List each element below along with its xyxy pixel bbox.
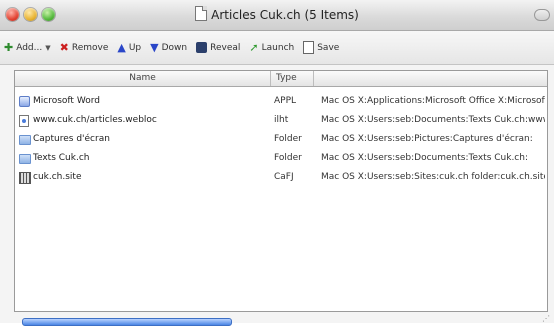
row-name: Texts Cuk.ch (33, 153, 90, 163)
site-file-icon (19, 172, 31, 184)
column-header-type[interactable]: Type (271, 71, 314, 86)
save-button[interactable]: Save (303, 41, 339, 54)
save-document-icon (303, 41, 315, 54)
remove-icon: ✖ (59, 41, 69, 54)
row-type: CaFJ (274, 172, 294, 182)
folder-icon (19, 135, 31, 145)
remove-button[interactable]: ✖ Remove (60, 42, 109, 53)
up-label: Up (128, 42, 142, 53)
row-name: Microsoft Word (33, 96, 100, 106)
save-label: Save (317, 42, 340, 53)
table-row[interactable]: Texts Cuk.ch Folder Mac OS X:Users:seb:D… (15, 149, 547, 168)
row-path: Mac OS X:Users:seb:Documents:Texts Cuk.c… (321, 153, 528, 163)
row-name: Captures d'écran (33, 134, 110, 144)
launch-button[interactable]: ➚ Launch (249, 42, 294, 53)
row-name: cuk.ch.site (33, 172, 82, 182)
table-row[interactable]: Captures d'écran Folder Mac OS X:Users:s… (15, 130, 547, 149)
document-proxy-icon[interactable] (195, 6, 208, 21)
horizontal-scrollbar-thumb[interactable] (22, 318, 232, 326)
row-type: Folder (274, 153, 302, 163)
reveal-button[interactable]: Reveal (196, 42, 240, 53)
title-bar[interactable]: Articles Cuk.ch (5 Items) (0, 0, 554, 31)
add-label: Add... (16, 42, 43, 53)
toolbar: ✚ Add... ▼ ✖ Remove ▲ Up ▼ Down Reveal ➚… (0, 31, 554, 65)
folder-icon (19, 154, 31, 164)
window-title: Articles Cuk.ch (5 Items) (211, 8, 359, 22)
up-button[interactable]: ▲ Up (117, 42, 141, 53)
table-row[interactable]: cuk.ch.site CaFJ Mac OS X:Users:seb:Site… (15, 168, 547, 187)
down-button[interactable]: ▼ Down (150, 42, 187, 53)
up-arrow-icon: ▲ (117, 41, 126, 54)
remove-label: Remove (71, 42, 109, 53)
row-type: Folder (274, 134, 302, 144)
resize-grip-icon[interactable]: ⋰ (542, 314, 550, 323)
down-label: Down (161, 42, 188, 53)
add-icon: ✚ (4, 41, 14, 54)
table-header: Name Type (15, 71, 547, 87)
reveal-label: Reveal (210, 42, 241, 53)
row-path: Mac OS X:Users:seb:Pictures:Captures d'é… (321, 134, 533, 144)
launch-label: Launch (261, 42, 295, 53)
row-path: Mac OS X:Users:seb:Documents:Texts Cuk.c… (321, 115, 545, 125)
column-header-path[interactable] (314, 71, 547, 86)
row-name: www.cuk.ch/articles.webloc (33, 115, 157, 125)
column-header-name[interactable]: Name (15, 71, 271, 86)
launch-arrow-icon: ➚ (249, 41, 259, 54)
app-window: Articles Cuk.ch (5 Items) ✚ Add... ▼ ✖ R… (0, 0, 554, 326)
table-row[interactable]: Microsoft Word APPL Mac OS X:Application… (15, 92, 547, 111)
window-title-group: Articles Cuk.ch (5 Items) (0, 6, 554, 22)
application-icon (19, 96, 30, 107)
dropdown-caret-icon: ▼ (45, 43, 51, 52)
add-button[interactable]: ✚ Add... ▼ (4, 42, 51, 53)
items-table: Name Type Microsoft Word APPL Mac OS X:A… (14, 70, 548, 312)
toolbar-toggle-button[interactable] (534, 9, 550, 21)
row-type: APPL (274, 96, 297, 106)
row-path: Mac OS X:Users:seb:Sites:cuk.ch folder:c… (321, 172, 545, 182)
down-arrow-icon: ▼ (150, 41, 159, 54)
row-type: ilht (274, 115, 289, 125)
finder-icon (196, 42, 208, 53)
row-path: Mac OS X:Applications:Microsoft Office X… (321, 96, 545, 106)
webloc-icon (19, 115, 29, 127)
table-row[interactable]: www.cuk.ch/articles.webloc ilht Mac OS X… (15, 111, 547, 130)
